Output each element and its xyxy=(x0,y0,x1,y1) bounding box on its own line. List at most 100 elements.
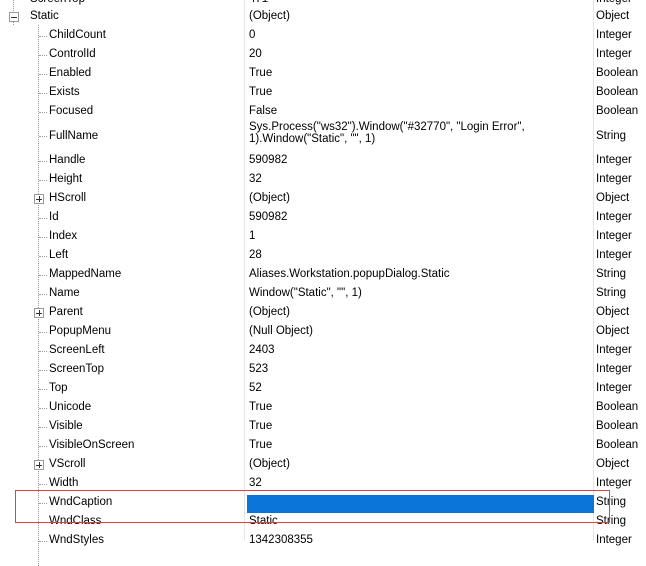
property-name: Focused xyxy=(49,105,94,117)
property-type: Integer xyxy=(596,382,632,394)
property-name: FullName xyxy=(49,130,99,142)
property-row-vscroll[interactable]: VScroll (Object) Object xyxy=(0,456,646,475)
property-row-static[interactable]: Static (Object) Object xyxy=(0,8,646,27)
property-row-focused[interactable]: Focused False Boolean xyxy=(0,103,646,122)
property-value[interactable]: 2403 xyxy=(249,344,275,356)
tree-branch-line xyxy=(39,427,47,428)
property-type: Integer xyxy=(596,477,632,489)
property-value[interactable]: True xyxy=(249,420,272,432)
tree-branch-line xyxy=(39,275,47,276)
tree-branch-line xyxy=(39,74,47,75)
property-type: Object xyxy=(596,458,630,470)
property-type: Boolean xyxy=(596,439,639,451)
property-type: Object xyxy=(596,325,630,337)
tree-branch-line xyxy=(39,55,47,56)
property-type: Integer xyxy=(596,29,632,41)
property-row-handle[interactable]: Handle 590982 Integer xyxy=(0,152,646,171)
property-type: Boolean xyxy=(596,86,639,98)
property-row-screenleft[interactable]: ScreenLeft 2403 Integer xyxy=(0,342,646,361)
property-name: HScroll xyxy=(49,192,87,204)
property-name: Handle xyxy=(49,154,86,166)
property-value[interactable]: 32 xyxy=(249,173,262,185)
property-type: Boolean xyxy=(596,67,639,79)
property-row-controlid[interactable]: ControlId 20 Integer xyxy=(0,46,646,65)
property-type: Boolean xyxy=(596,420,639,432)
property-row-id[interactable]: Id 590982 Integer xyxy=(0,209,646,228)
tree-branch-line xyxy=(39,93,47,94)
expand-plus-icon[interactable] xyxy=(34,460,44,470)
property-value[interactable]: (Object) xyxy=(249,458,290,470)
property-value[interactable]: 590982 xyxy=(249,211,287,223)
property-value[interactable]: Window("Static", "", 1) xyxy=(249,287,362,299)
property-value[interactable]: True xyxy=(249,439,272,451)
property-value[interactable]: 28 xyxy=(249,249,262,261)
property-value[interactable]: (Object) xyxy=(249,306,290,318)
property-row-hscroll[interactable]: HScroll (Object) Object xyxy=(0,190,646,209)
property-value[interactable]: 1342308355 xyxy=(249,534,313,546)
property-type: String xyxy=(596,130,627,142)
property-row-screentop[interactable]: ScreenTop 523 Integer xyxy=(0,361,646,380)
property-value[interactable]: 523 xyxy=(249,363,268,375)
property-value[interactable]: 1 xyxy=(249,230,255,242)
annotation-highlight-box xyxy=(15,490,610,523)
property-value[interactable]: (Object) xyxy=(249,10,290,22)
property-row-visibleonscreen[interactable]: VisibleOnScreen True Boolean xyxy=(0,437,646,456)
property-row-mappedname[interactable]: MappedName Aliases.Workstation.popupDialo… xyxy=(0,266,646,285)
property-name: Width xyxy=(49,477,79,489)
property-name: ChildCount xyxy=(49,29,106,41)
property-value[interactable]: 590982 xyxy=(249,154,287,166)
property-row-left[interactable]: Left 28 Integer xyxy=(0,247,646,266)
tree-branch-line xyxy=(39,237,47,238)
expand-plus-icon[interactable] xyxy=(34,194,44,204)
property-value[interactable]: 52 xyxy=(249,382,262,394)
property-value[interactable]: True xyxy=(249,86,272,98)
property-value[interactable]: 471 xyxy=(249,0,268,5)
property-value[interactable]: 32 xyxy=(249,477,262,489)
property-row-enabled[interactable]: Enabled True Boolean xyxy=(0,65,646,84)
property-name: Name xyxy=(49,287,80,299)
property-row-fullname[interactable]: FullName Sys.Process("ws32").Window("#327… xyxy=(0,121,646,152)
property-row-height[interactable]: Height 32 Integer xyxy=(0,171,646,190)
property-name: VisibleOnScreen xyxy=(49,439,135,451)
property-row-exists[interactable]: Exists True Boolean xyxy=(0,84,646,103)
expand-plus-icon[interactable] xyxy=(34,308,44,318)
tree-branch-line xyxy=(39,370,47,371)
property-value[interactable]: Aliases.Workstation.popupDialog.Static xyxy=(249,268,450,280)
property-type: Object xyxy=(596,306,630,318)
property-name: MappedName xyxy=(49,268,122,280)
tree-branch-line xyxy=(39,351,47,352)
property-value[interactable]: False xyxy=(249,105,277,117)
property-name: Static xyxy=(30,10,59,22)
property-row-wndstyles[interactable]: WndStyles 1342308355 Integer xyxy=(0,532,646,551)
property-type: Integer xyxy=(596,230,632,242)
property-type: Object xyxy=(596,10,630,22)
property-value[interactable]: 20 xyxy=(249,48,262,60)
property-value[interactable]: True xyxy=(249,67,272,79)
collapse-minus-icon[interactable] xyxy=(9,12,19,22)
property-value[interactable]: 0 xyxy=(249,29,255,41)
property-row-visible[interactable]: Visible True Boolean xyxy=(0,418,646,437)
property-value[interactable]: (Null Object) xyxy=(249,325,313,337)
property-type: Integer xyxy=(596,211,632,223)
property-type: String xyxy=(596,287,627,299)
property-row-top[interactable]: Top 52 Integer xyxy=(0,380,646,399)
tree-branch-line xyxy=(39,389,47,390)
property-type: Integer xyxy=(596,173,632,185)
property-value[interactable]: True xyxy=(249,401,272,413)
property-row-childcount[interactable]: ChildCount 0 Integer xyxy=(0,27,646,46)
property-value[interactable]: (Object) xyxy=(249,192,290,204)
property-row-index[interactable]: Index 1 Integer xyxy=(0,228,646,247)
property-value[interactable]: Sys.Process("ws32").Window("#32770", "Lo… xyxy=(249,121,594,145)
property-row-unicode[interactable]: Unicode True Boolean xyxy=(0,399,646,418)
property-row-parent[interactable]: Parent (Object) Object xyxy=(0,304,646,323)
tree-branch-line xyxy=(39,256,47,257)
property-name: Left xyxy=(49,249,69,261)
property-row-popupmenu[interactable]: PopupMenu (Null Object) Object xyxy=(0,323,646,342)
property-name: Visible xyxy=(49,420,83,432)
property-row-name[interactable]: Name Window("Static", "", 1) String xyxy=(0,285,646,304)
property-name: Height xyxy=(49,173,83,185)
tree-branch-line xyxy=(39,112,47,113)
property-name: VScroll xyxy=(49,458,86,470)
property-name: Unicode xyxy=(49,401,92,413)
property-type: String xyxy=(596,268,627,280)
